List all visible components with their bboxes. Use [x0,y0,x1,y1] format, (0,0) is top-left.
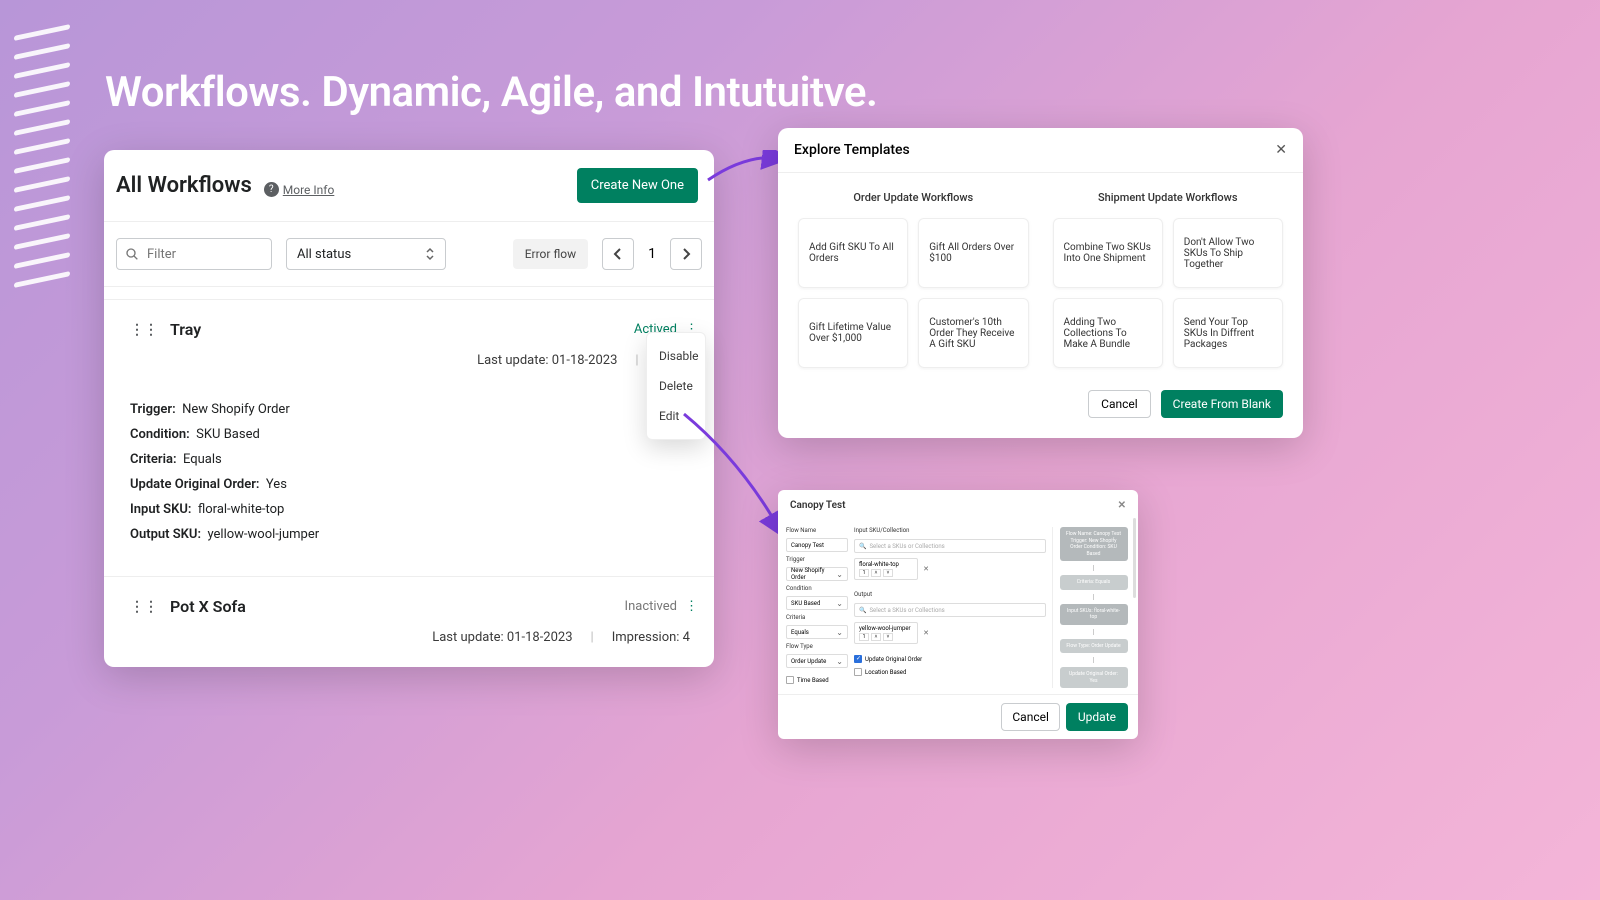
qty-down-icon[interactable]: ˅ [883,569,893,577]
condition-label: Condition [786,585,848,592]
input-sku-chip[interactable]: floral-white-top 1˄˅ ✕ [854,558,918,580]
close-button[interactable]: ✕ [1118,500,1126,511]
search-icon [124,246,140,262]
column-heading-shipment: Shipment Update Workflows [1053,191,1284,204]
workflow-card-potxsofa: ⋮⋮ Pot X Sofa Inactived ⋮ Last update: 0… [104,576,714,667]
output-sku-chip[interactable]: yellow-wool-jumper 1˄˅ ✕ [854,622,918,644]
select-caret-icon [425,247,435,261]
workflow-name: Pot X Sofa [170,597,246,616]
input-sku-label: Input SKU/Collection [854,527,1046,534]
arrow-to-editor [680,410,790,540]
preview-node: Flow Name: Canopy Test Trigger: New Shop… [1060,527,1128,561]
update-button[interactable]: Update [1066,703,1128,731]
create-new-button[interactable]: Create New One [577,168,698,203]
create-from-blank-button[interactable]: Create From Blank [1161,390,1283,418]
impression-count: Impression: 4 [612,630,690,645]
error-flow-button[interactable]: Error flow [513,239,588,269]
flow-preview-column: Flow Name: Canopy Test Trigger: New Shop… [1052,527,1130,688]
workflow-editor-modal: Canopy Test ✕ Flow Name Canopy Test Trig… [778,490,1138,739]
trigger-select[interactable]: New Shopify Order⌄ [786,567,848,581]
qty-value: 1 [859,569,869,577]
flow-type-select[interactable]: Order Update⌄ [786,654,848,668]
page-headline: Workflows. Dynamic, Agile, and Intutuitv… [105,68,877,117]
page-number: 1 [642,246,662,262]
arrow-to-templates [706,150,786,190]
remove-chip-icon[interactable]: ✕ [923,565,929,573]
menu-delete[interactable]: Delete [647,371,705,401]
qty-up-icon[interactable]: ˄ [871,569,881,577]
criteria-label: Criteria [786,614,848,621]
output-label: Output [854,591,1046,598]
time-based-checkbox[interactable] [786,676,794,684]
filter-input[interactable] [116,238,272,270]
chevron-left-icon [613,248,623,260]
template-tile[interactable]: Gift All Orders Over $100 [918,218,1028,288]
status-badge: Inactived [625,599,677,614]
qty-up-icon[interactable]: ˄ [871,633,881,641]
explore-templates-modal: Explore Templates ✕ Order Update Workflo… [778,128,1303,438]
menu-disable[interactable]: Disable [647,341,705,371]
template-tile[interactable]: Customer's 10th Order They Receive A Gif… [918,298,1028,368]
update-original-checkbox[interactable] [854,655,862,663]
input-sku-search[interactable]: 🔍Select a SKUs or Collections [854,539,1046,553]
search-icon: 🔍 [859,543,866,550]
flow-name-label: Flow Name [786,527,848,534]
trigger-label: Trigger [786,556,848,563]
cancel-button[interactable]: Cancel [1001,703,1060,731]
drag-icon[interactable]: ⋮⋮ [130,322,158,338]
preview-node: Criteria: Equals [1060,575,1128,590]
template-tile[interactable]: Combine Two SKUs Into One Shipment [1053,218,1163,288]
location-based-checkbox[interactable] [854,668,862,676]
preview-node: Flow Type: Order Update [1060,639,1128,654]
modal-title: Explore Templates [794,142,910,158]
next-page-button[interactable] [670,238,702,270]
flow-name-field[interactable]: Canopy Test [786,538,848,552]
chevron-right-icon [681,248,691,260]
column-heading-order: Order Update Workflows [798,191,1029,204]
preview-node: Input SKUs: floral-white-top [1060,604,1128,625]
drag-icon[interactable]: ⋮⋮ [130,599,158,615]
editor-title: Canopy Test [790,500,846,511]
template-tile[interactable]: Adding Two Collections To Make A Bundle [1053,298,1163,368]
output-sku-search[interactable]: 🔍Select a SKUs or Collections [854,603,1046,617]
status-select[interactable]: All status [286,238,446,270]
more-info-link[interactable]: ? More Info [264,182,335,197]
template-tile[interactable]: Add Gift SKU To All Orders [798,218,908,288]
decorative-stripes [14,30,70,282]
panel-title: All Workflows [116,173,252,198]
template-tile[interactable]: Gift Lifetime Value Over $1,000 [798,298,908,368]
scrollbar[interactable] [1133,518,1136,598]
cancel-button[interactable]: Cancel [1088,390,1151,418]
workflow-card-tray: ⋮⋮ Tray Actived ⋮ Last update: 01-18-202… [104,299,714,564]
qty-down-icon[interactable]: ˅ [883,633,893,641]
card-menu-button[interactable]: ⋮ [685,599,698,614]
search-icon: 🔍 [859,607,866,614]
last-update: Last update: 01-18-2023 [432,630,572,645]
remove-chip-icon[interactable]: ✕ [923,629,929,637]
qty-value: 1 [859,633,869,641]
help-icon: ? [264,182,279,197]
prev-page-button[interactable] [602,238,634,270]
all-workflows-panel: All Workflows ? More Info Create New One… [104,150,714,667]
last-update: Last update: 01-18-2023 [477,353,617,368]
flow-type-label: Flow Type [786,643,848,650]
template-tile[interactable]: Don't Allow Two SKUs To Ship Together [1173,218,1283,288]
workflow-name: Tray [170,320,201,339]
close-button[interactable]: ✕ [1275,142,1287,158]
template-tile[interactable]: Send Your Top SKUs In Diffrent Packages [1173,298,1283,368]
preview-node: Update Original Order: Yes [1060,667,1128,688]
condition-select[interactable]: SKU Based⌄ [786,596,848,610]
criteria-select[interactable]: Equals⌄ [786,625,848,639]
